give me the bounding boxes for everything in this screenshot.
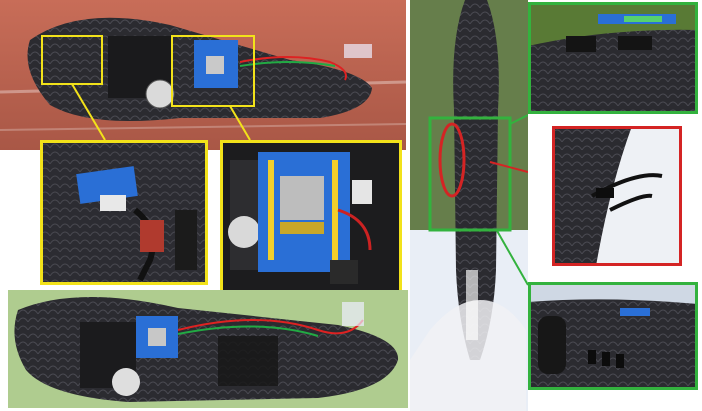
green-callout-frame-top	[528, 2, 698, 114]
right-photo	[410, 0, 528, 411]
left-top-photo	[0, 0, 406, 150]
right-photo-image	[410, 0, 528, 411]
left-bottom-photo	[8, 290, 408, 408]
yellow-callout-frame-right	[220, 140, 402, 297]
yellow-callout-frame-left	[40, 140, 208, 285]
bottom-photo-image	[8, 290, 408, 408]
zoom-cable-exit	[552, 126, 682, 266]
green-callout-frame-bottom	[528, 282, 698, 390]
zoom-esp-board	[220, 140, 402, 297]
zoom-top-sensor-strip	[528, 2, 698, 114]
zoom-side-ports	[528, 282, 698, 390]
red-callout-frame	[552, 126, 682, 266]
top-photo-image	[0, 0, 406, 150]
zoom-sensor-module	[40, 140, 208, 285]
